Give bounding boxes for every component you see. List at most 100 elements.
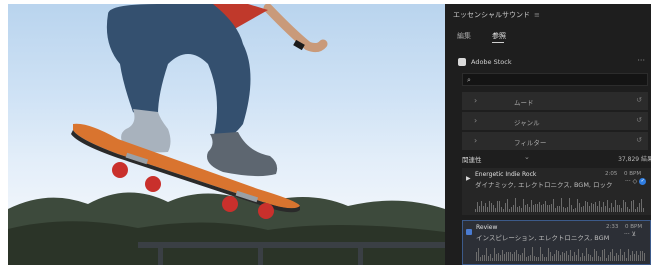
waveform-bar	[634, 254, 635, 261]
panel-title: エッセンシャルサウンド	[453, 11, 530, 19]
waveform-bar	[578, 248, 579, 261]
waveform-bar	[604, 249, 605, 261]
search-input[interactable]: ⌕	[462, 73, 648, 86]
waveform-bar	[559, 205, 560, 212]
waveform-bar	[502, 249, 503, 261]
waveform-bar	[565, 207, 566, 212]
waveform-bar	[546, 256, 547, 261]
waveform-bar	[636, 251, 637, 261]
sort-bar: 関連性 ⌄ 37,829 結果	[462, 151, 651, 164]
waveform-bar	[541, 204, 542, 212]
waveform-bar	[595, 201, 596, 212]
track-title: Energetic Indie Rock	[475, 171, 537, 178]
waveform-bar	[628, 249, 629, 261]
waveform-bar	[608, 255, 609, 261]
waveform-bar	[524, 248, 525, 261]
waveform-bar	[478, 248, 479, 261]
reset-icon[interactable]: ↺	[636, 136, 642, 144]
waveform-bar	[615, 199, 616, 212]
waveform-bar	[520, 254, 521, 261]
waveform-bar	[543, 203, 544, 212]
waveform-bar	[584, 255, 585, 261]
waveform-bar	[504, 253, 505, 261]
waveform-bar	[533, 204, 534, 212]
tab-browse[interactable]: 参照	[492, 31, 506, 41]
filter-filters[interactable]: › フィルター ↺	[462, 132, 648, 150]
waveform-bar	[532, 247, 533, 261]
license-icon[interactable]: ◇	[633, 178, 638, 185]
waveform-bar	[607, 200, 608, 212]
reset-icon[interactable]: ↺	[636, 96, 642, 104]
waveform-bar	[585, 201, 586, 212]
waveform-bar	[629, 208, 630, 212]
pause-icon[interactable]	[466, 229, 472, 235]
waveform-bar	[627, 206, 628, 212]
more-icon[interactable]: ···	[624, 231, 630, 238]
chevron-down-icon[interactable]: ⌄	[524, 153, 530, 161]
track-bpm: 0 BPM	[625, 224, 643, 230]
waveform-bar	[547, 204, 548, 212]
waveform-bar	[562, 251, 563, 261]
waveform-bar	[475, 209, 476, 212]
waveform-bar	[479, 206, 480, 212]
waveform-bar	[583, 205, 584, 212]
waveform[interactable]	[475, 198, 644, 212]
waveform-bar	[582, 252, 583, 261]
waveform-bar	[531, 200, 532, 212]
waveform-bar	[491, 202, 492, 212]
waveform-bar	[485, 203, 486, 212]
waveform-bar	[573, 208, 574, 212]
more-options-icon[interactable]: ···	[637, 56, 645, 65]
waveform-bar	[498, 252, 499, 261]
waveform-bar	[522, 253, 523, 261]
waveform-bar	[606, 257, 607, 261]
waveform-bar	[600, 257, 601, 261]
cart-icon[interactable]: ⊻	[632, 231, 636, 238]
waveform-bar	[642, 251, 643, 261]
track-tags: インスピレーション, エレクトロニクス, BGM	[476, 234, 610, 242]
more-icon[interactable]: ···	[625, 178, 631, 185]
waveform-bar	[515, 198, 516, 212]
waveform-bar	[593, 203, 594, 212]
waveform-bar	[631, 201, 632, 212]
waveform-bar	[610, 252, 611, 261]
waveform-bar	[603, 202, 604, 212]
waveform-bar	[539, 202, 540, 212]
essential-sound-panel: エッセンシャルサウンド ≡ 編集 参照 Adobe Stock ··· ⌕ › ム…	[445, 4, 651, 265]
waveform-bar	[497, 201, 498, 212]
waveform-bar	[602, 250, 603, 261]
filter-genre[interactable]: › ジャンル ↺	[462, 112, 648, 130]
tab-edit[interactable]: 編集	[457, 31, 471, 41]
waveform-bar	[555, 207, 556, 212]
waveform-bar	[507, 199, 508, 212]
waveform-bar	[517, 206, 518, 212]
panel-menu-icon[interactable]: ≡	[534, 11, 540, 19]
track-title: Review	[476, 224, 498, 231]
waveform-bar	[492, 257, 493, 261]
track-item[interactable]: ▶ Energetic Indie Rock 2:05 0 BPM ダイナミック…	[462, 168, 651, 215]
waveform-bar	[476, 252, 477, 261]
waveform-bar	[483, 205, 484, 212]
waveform-bar	[613, 206, 614, 212]
waveform-bar	[514, 252, 515, 261]
filter-mood[interactable]: › ムード ↺	[462, 92, 648, 110]
waveform-bar	[488, 255, 489, 261]
waveform-bar	[489, 200, 490, 212]
active-tab-indicator	[492, 42, 504, 43]
waveform-bar	[597, 205, 598, 212]
waveform-bar	[621, 207, 622, 212]
chevron-right-icon: ›	[474, 136, 478, 145]
waveform-bar	[571, 205, 572, 212]
source-selector[interactable]: Adobe Stock ···	[445, 56, 651, 70]
waveform-bar	[635, 208, 636, 212]
waveform-bar	[538, 256, 539, 261]
sort-dropdown[interactable]: 関連性	[462, 154, 482, 164]
waveform-bar	[566, 251, 567, 261]
play-icon[interactable]: ▶	[466, 175, 471, 182]
reset-icon[interactable]: ↺	[636, 116, 642, 124]
waveform-bar	[508, 252, 509, 261]
check-icon[interactable]: ✓	[639, 178, 647, 185]
track-item-selected[interactable]: Review 2:33 0 BPM インスピレーション, エレクトロニクス, B…	[462, 220, 651, 265]
waveform[interactable]	[476, 247, 645, 261]
waveform-bar	[527, 204, 528, 212]
